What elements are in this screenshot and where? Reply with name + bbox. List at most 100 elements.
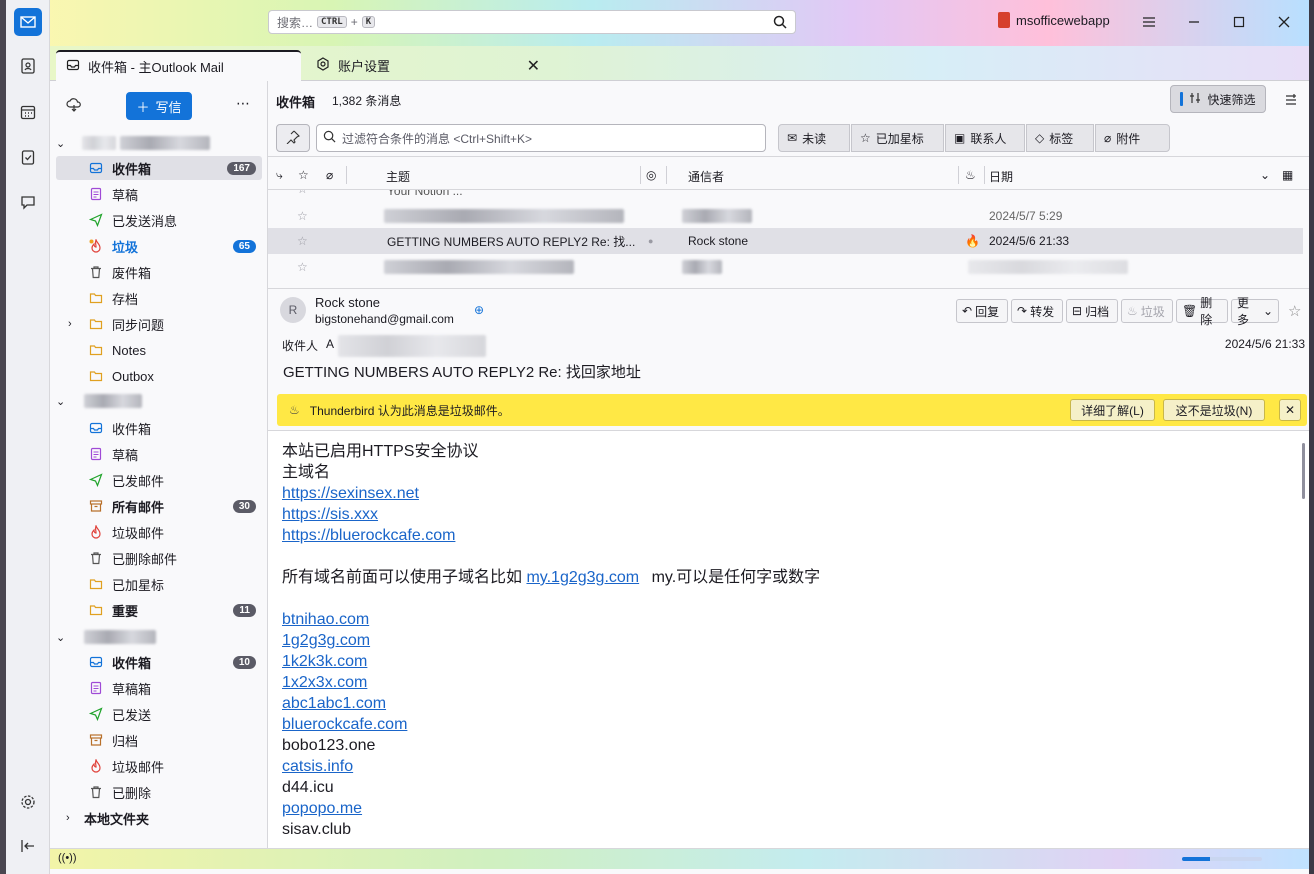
filter-messages-input[interactable]: 过滤符合条件的消息 <Ctrl+Shift+K> [316, 124, 766, 152]
more-button[interactable]: 更多 ⌄ [1231, 296, 1279, 327]
archive-button[interactable]: ⊟ 归档 [1066, 299, 1118, 323]
quick-filter-button[interactable]: 快速筛选 [1170, 85, 1266, 113]
folder-pane-menu-icon[interactable]: ⋯ [236, 95, 250, 112]
sender-email[interactable]: bigstonehand@gmail.com [315, 312, 454, 326]
table-row-selected[interactable]: ☆ GETTING NUMBERS AUTO REPLY2 Re: 找... ●… [268, 228, 1303, 254]
folder-deleted[interactable]: 已删除邮件 [56, 546, 262, 570]
tasks-icon[interactable] [14, 143, 42, 171]
global-search-input[interactable]: 搜索… CTRL + K [268, 10, 796, 34]
domain-link[interactable]: btnihao.com [282, 611, 369, 628]
collapse-toolbar-icon[interactable] [14, 832, 42, 860]
body-scrollbar[interactable] [1302, 443, 1305, 499]
get-messages-icon[interactable] [66, 97, 82, 116]
filter-unread-chip[interactable]: ✉ 未读 [778, 124, 850, 152]
star-icon[interactable]: ☆ [297, 209, 308, 223]
filter-attachments-chip[interactable]: ⌀ 附件 [1095, 124, 1170, 152]
pin-filter-button[interactable] [276, 124, 310, 152]
folder-inbox[interactable]: 收件箱 10 [56, 650, 262, 674]
close-tab-icon[interactable]: ✕ [527, 56, 540, 76]
chevron-down-icon[interactable]: ⌄ [56, 137, 72, 150]
folder-sent[interactable]: 已发送 [56, 702, 262, 726]
folder-drafts[interactable]: 草稿 [56, 442, 262, 466]
folder-sync-issues[interactable]: › 同步问题 [56, 312, 262, 336]
date-column-header[interactable]: 日期 [989, 168, 1013, 185]
chevron-right-icon[interactable]: › [68, 318, 82, 330]
correspondent-column-header[interactable]: 通信者 [688, 168, 724, 185]
folder-archive[interactable]: 归档 [56, 728, 262, 752]
subject-column-header[interactable]: 主题 [386, 168, 410, 185]
body-link[interactable]: https://sis.xxx [282, 506, 378, 523]
column-picker-icon[interactable]: ▦ [1282, 168, 1293, 182]
body-link[interactable]: https://bluerockcafe.com [282, 527, 455, 544]
table-row[interactable]: ☆ Your Notion ... [268, 190, 1303, 204]
domain-link[interactable]: popopo.me [282, 800, 362, 817]
chevron-right-icon[interactable]: › [66, 812, 80, 824]
online-status-icon[interactable]: ((•)) [58, 852, 77, 864]
folder-outbox[interactable]: Outbox [56, 364, 262, 388]
read-dot-icon[interactable]: ● [648, 236, 653, 246]
tab-account-settings[interactable]: 账户设置 ✕ [306, 50, 546, 81]
star-icon[interactable]: ☆ [1288, 302, 1301, 320]
filter-contacts-chip[interactable]: ▣ 联系人 [945, 124, 1025, 152]
chevron-down-icon[interactable]: ⌄ [56, 395, 72, 408]
folder-deleted[interactable]: 已删除 [56, 780, 262, 804]
mail-space-icon[interactable] [14, 8, 42, 36]
chat-icon[interactable] [14, 188, 42, 216]
search-icon[interactable] [773, 15, 787, 32]
calendar-icon[interactable] [14, 98, 42, 126]
star-icon[interactable]: ☆ [297, 260, 308, 274]
folder-notes[interactable]: Notes [56, 338, 262, 362]
settings-gear-icon[interactable] [14, 788, 42, 816]
table-row[interactable]: ☆ 2024/5/7 5:29 [268, 203, 1303, 229]
folder-inbox[interactable]: 收件箱 [56, 416, 262, 440]
read-status-column-icon[interactable]: ◎ [646, 168, 656, 182]
folder-archive[interactable]: 存档 [56, 286, 262, 310]
star-icon[interactable]: ☆ [297, 190, 308, 196]
thread-column-icon[interactable]: ⤷ [276, 168, 283, 183]
not-junk-button[interactable]: 这不是垃圾(N) [1163, 399, 1265, 421]
folder-trash[interactable]: 废件箱 [56, 260, 262, 284]
body-link[interactable]: https://sexinsex.net [282, 485, 419, 502]
display-options-icon[interactable] [1284, 93, 1298, 110]
folder-drafts[interactable]: 草稿箱 [56, 676, 262, 700]
folder-junk[interactable]: 垃圾 65 [56, 234, 262, 258]
add-contact-icon[interactable]: ⊕ [474, 303, 484, 317]
reply-button[interactable]: ↶ 回复 [956, 299, 1008, 323]
domain-link[interactable]: 1k2k3k.com [282, 653, 367, 670]
filter-tags-chip[interactable]: ◇ 标签 [1026, 124, 1094, 152]
folder-inbox[interactable]: 收件箱 167 [56, 156, 262, 180]
folder-drafts[interactable]: 草稿 [56, 182, 262, 206]
recipient-initial[interactable]: A [326, 337, 334, 351]
local-folders[interactable]: › 本地文件夹 [56, 806, 262, 830]
write-message-button[interactable]: ＋ 写信 [126, 92, 192, 120]
tab-inbox[interactable]: 收件箱 - 主Outlook Mail [56, 50, 301, 81]
delete-button[interactable]: 🗑 删除 [1176, 296, 1228, 327]
address-book-icon[interactable] [14, 52, 42, 80]
folder-sent[interactable]: 已发邮件 [56, 468, 262, 492]
account-1-header[interactable]: ⌄ [56, 131, 262, 155]
chevron-down-icon[interactable]: ⌄ [56, 631, 72, 644]
forward-button[interactable]: ↷ 转发 [1011, 299, 1063, 323]
folder-important[interactable]: 重要 11 [56, 598, 262, 622]
account-2-header[interactable]: ⌄ [56, 389, 262, 413]
folder-spam[interactable]: 垃圾邮件 [56, 520, 262, 544]
domain-link[interactable]: 1g2g3g.com [282, 632, 370, 649]
star-column-icon[interactable]: ☆ [298, 168, 309, 182]
learn-more-button[interactable]: 详细了解(L) [1070, 399, 1155, 421]
domain-link[interactable]: 1x2x3x.com [282, 674, 367, 691]
domain-link[interactable]: abc1abc1.com [282, 695, 386, 712]
minimize-icon[interactable] [1184, 12, 1204, 32]
junk-status-column-icon[interactable]: ♨ [965, 168, 976, 182]
folder-sent[interactable]: 已发送消息 [56, 208, 262, 232]
table-row[interactable]: ☆ [268, 254, 1303, 280]
filter-starred-chip[interactable]: ☆ 已加星标 [851, 124, 944, 152]
app-menu-icon[interactable] [1139, 12, 1159, 32]
domain-link[interactable]: bluerockcafe.com [282, 716, 407, 733]
close-notification-icon[interactable]: ✕ [1279, 399, 1301, 421]
sort-chevron-down-icon[interactable]: ⌄ [1260, 168, 1270, 182]
star-icon[interactable]: ☆ [297, 234, 308, 248]
folder-starred[interactable]: 已加星标 [56, 572, 262, 596]
account-3-header[interactable]: ⌄ [56, 625, 262, 649]
attachment-column-icon[interactable]: ⌀ [326, 168, 333, 182]
sender-name[interactable]: Rock stone [315, 295, 380, 310]
